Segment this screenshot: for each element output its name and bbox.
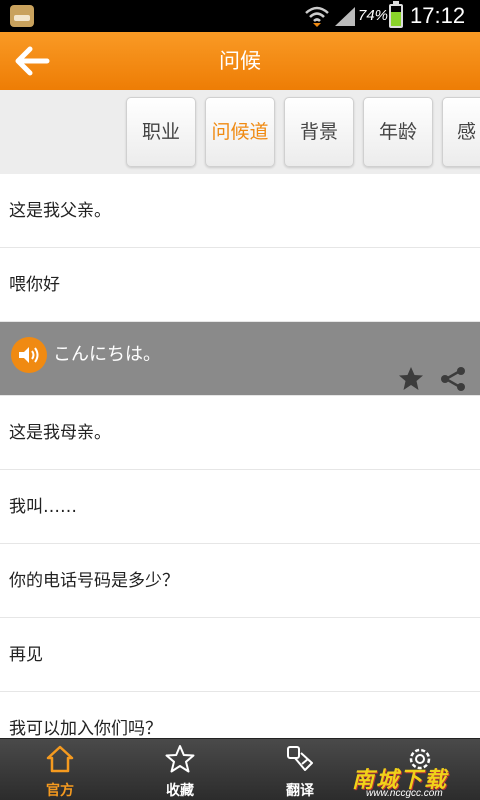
list-item[interactable]: 我可以加入你们吗？ bbox=[0, 692, 480, 738]
share-icon[interactable] bbox=[439, 366, 467, 392]
watermark-logo: 南城下载 www.nccgcc.com bbox=[352, 762, 476, 800]
category-tabs: 职业 问候道 背景 年龄 感 bbox=[0, 90, 480, 174]
watermark-url: www.nccgcc.com bbox=[366, 788, 443, 799]
battery-percent: 74% bbox=[358, 7, 389, 24]
nav-label: 官方 bbox=[46, 783, 74, 799]
speaker-icon bbox=[19, 347, 39, 363]
phrase-text: 你的电话号码是多少？ bbox=[9, 571, 179, 591]
phrase-text: 喂你好 bbox=[9, 275, 60, 295]
list-item[interactable]: 这是我母亲。 bbox=[0, 396, 480, 470]
back-arrow-icon bbox=[15, 46, 50, 76]
list-item[interactable]: 这是我父亲。 bbox=[0, 174, 480, 248]
app-bar: 问候 bbox=[0, 32, 480, 90]
tab-age[interactable]: 年龄 bbox=[363, 97, 433, 167]
tab-occupation[interactable]: 职业 bbox=[126, 97, 196, 167]
translate-icon bbox=[287, 746, 313, 771]
tab-background[interactable]: 背景 bbox=[284, 97, 354, 167]
expanded-translation-row[interactable]: こんにちは。 bbox=[0, 322, 480, 396]
nav-official[interactable]: 官方 bbox=[0, 739, 120, 800]
phrase-text: 再见 bbox=[9, 645, 43, 665]
list-item[interactable]: 我叫…… bbox=[0, 470, 480, 544]
clock: 17:12 bbox=[410, 3, 466, 28]
star-icon bbox=[165, 745, 195, 773]
phrase-text: 这是我母亲。 bbox=[9, 423, 111, 443]
page-title: 问候 bbox=[219, 49, 261, 73]
list-item[interactable]: 你的电话号码是多少？ bbox=[0, 544, 480, 618]
translation-text: こんにちは。 bbox=[53, 344, 161, 365]
nav-translate[interactable]: 翻译 bbox=[240, 739, 360, 800]
phrase-list: 这是我父亲。 喂你好 こんにちは。 这是我母亲。 我叫…… 你的电话号码是多少？… bbox=[0, 174, 480, 738]
tab-feelings[interactable]: 感 bbox=[442, 97, 480, 167]
phrase-text: 我叫…… bbox=[9, 497, 77, 517]
tab-greetings[interactable]: 问候道 bbox=[205, 97, 275, 167]
battery-icon bbox=[389, 1, 403, 28]
list-item[interactable]: 再见 bbox=[0, 618, 480, 692]
favorite-star-icon[interactable] bbox=[398, 366, 424, 392]
notification-app-icon bbox=[10, 5, 34, 27]
nav-label: 收藏 bbox=[166, 783, 194, 799]
nav-favorites[interactable]: 收藏 bbox=[120, 739, 240, 800]
signal-icon bbox=[335, 7, 355, 26]
wifi-icon bbox=[305, 6, 329, 27]
status-bar: 74% 17:12 bbox=[0, 0, 480, 32]
play-audio-button[interactable] bbox=[11, 337, 47, 373]
home-icon bbox=[46, 745, 74, 773]
list-item[interactable]: 喂你好 bbox=[0, 248, 480, 322]
nav-label: 翻译 bbox=[286, 783, 314, 799]
back-button[interactable] bbox=[8, 38, 56, 84]
phrase-text: 这是我父亲。 bbox=[9, 201, 111, 221]
phrase-text: 我可以加入你们吗？ bbox=[9, 719, 162, 738]
